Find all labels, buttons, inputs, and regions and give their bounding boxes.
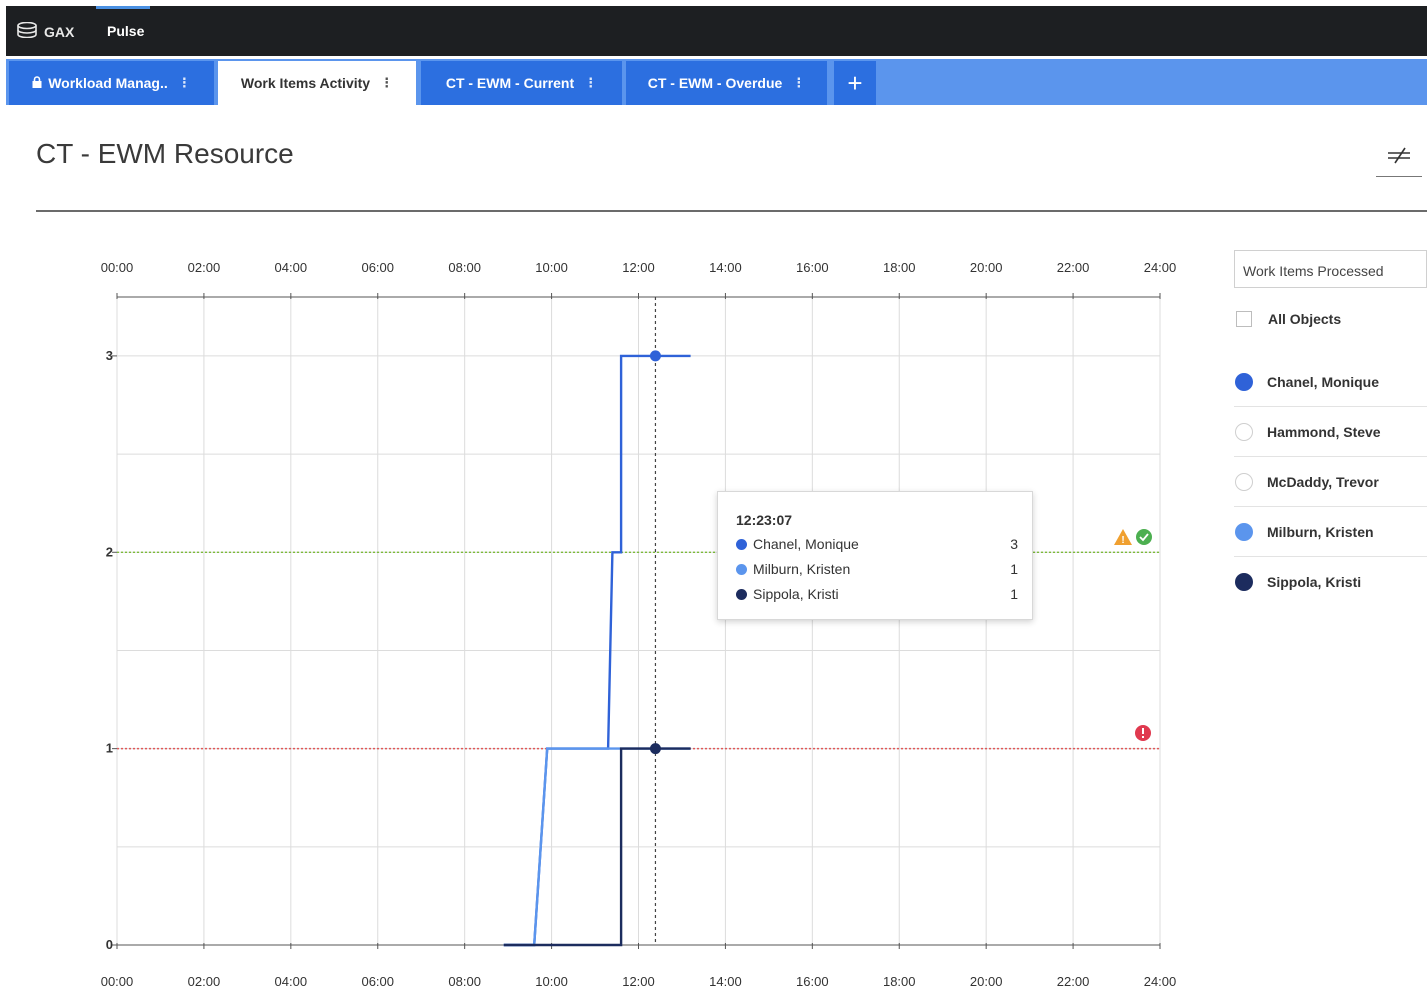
legend-label: Sippola, Kristi <box>1267 574 1362 590</box>
x-tick-label-bottom: 24:00 <box>1144 974 1177 989</box>
chart-tooltip: 12:23:07 Chanel, Monique 3 Milburn, Kris… <box>717 491 1033 620</box>
legend-item-chanel-monique[interactable]: Chanel, Monique <box>1234 357 1427 407</box>
x-tick-label-bottom: 10:00 <box>535 974 568 989</box>
x-tick-label-bottom: 22:00 <box>1057 974 1090 989</box>
x-tick-label-top: 22:00 <box>1057 260 1090 275</box>
x-tick-label-bottom: 06:00 <box>361 974 394 989</box>
ok-icon <box>1136 529 1152 545</box>
y-tick-label: 1 <box>106 741 113 756</box>
x-tick-label-bottom: 02:00 <box>188 974 221 989</box>
warning-icon-glyph: ! <box>1121 535 1124 546</box>
all-objects-checkbox[interactable] <box>1236 311 1252 327</box>
legend-label: Milburn, Kristen <box>1267 523 1374 540</box>
x-tick-label-top: 08:00 <box>448 260 481 275</box>
legend-label: Chanel, Monique <box>1267 373 1379 390</box>
series-dot-icon <box>736 563 747 575</box>
x-tick-label-top: 10:00 <box>535 260 568 275</box>
all-objects-toggle[interactable]: All Objects <box>1236 311 1341 327</box>
legend-item-hammond-steve[interactable]: Hammond, Steve <box>1234 407 1427 457</box>
legend-item-mcdaddy-trevor[interactable]: McDaddy, Trevor <box>1234 457 1427 507</box>
legend-label: Hammond, Steve <box>1267 423 1381 440</box>
series-toggle-icon <box>1235 573 1253 591</box>
collapse-icon <box>1384 146 1414 170</box>
x-tick-label-bottom: 04:00 <box>275 974 308 989</box>
x-tick-label-bottom: 00:00 <box>101 974 134 989</box>
tooltip-series-value: 1 <box>1010 586 1018 602</box>
series-toggle-icon <box>1235 472 1253 491</box>
x-tick-label-bottom: 08:00 <box>448 974 481 989</box>
all-objects-label: All Objects <box>1268 311 1342 327</box>
x-tick-label-bottom: 14:00 <box>709 974 742 989</box>
x-tick-label-bottom: 16:00 <box>796 974 829 989</box>
data-point-marker[interactable] <box>649 350 661 362</box>
error-icon-bar <box>1142 728 1144 734</box>
x-tick-label-top: 12:00 <box>622 260 655 275</box>
y-tick-label: 3 <box>106 348 113 363</box>
legend-item-sippola-kristi[interactable]: Sippola, Kristi <box>1234 557 1427 607</box>
x-tick-label-top: 02:00 <box>188 260 221 275</box>
tooltip-series-name: Sippola, Kristi <box>753 586 839 602</box>
series-dot-icon <box>736 538 747 550</box>
metric-selector[interactable]: Work Items Processed <box>1234 250 1427 288</box>
tooltip-row: Sippola, Kristi 1 <box>736 586 1018 602</box>
x-tick-label-top: 20:00 <box>970 260 1003 275</box>
work-items-chart[interactable]: 00:00 00:00 02:00 02:00 04:00 04:00 06:00 06:00… <box>0 0 1230 993</box>
tooltip-row: Chanel, Monique 3 <box>736 536 1018 552</box>
x-tick-label-top: 14:00 <box>709 260 742 275</box>
x-tick-label-top: 16:00 <box>796 260 829 275</box>
tooltip-series-name: Chanel, Monique <box>753 536 859 552</box>
series-toggle-icon <box>1235 372 1253 391</box>
collapse-legend-button[interactable] <box>1376 140 1422 177</box>
x-tick-label-top: 00:00 <box>101 260 134 275</box>
series-dot-icon <box>736 588 747 600</box>
x-tick-label-top: 06:00 <box>361 260 394 275</box>
x-tick-label-top: 24:00 <box>1144 260 1177 275</box>
x-tick-label-bottom: 18:00 <box>883 974 916 989</box>
x-tick-label-bottom: 12:00 <box>622 974 655 989</box>
legend-label: McDaddy, Trevor <box>1267 473 1379 490</box>
data-point-marker[interactable] <box>649 743 661 755</box>
x-tick-label-top: 18:00 <box>883 260 916 275</box>
y-tick-label: 2 <box>106 544 113 559</box>
series-toggle-icon <box>1235 422 1253 441</box>
error-icon-dot <box>1142 736 1144 738</box>
tooltip-series-name: Milburn, Kristen <box>753 561 851 577</box>
x-tick-label-top: 04:00 <box>275 260 308 275</box>
tooltip-row: Milburn, Kristen 1 <box>736 561 1018 577</box>
tooltip-time: 12:23:07 <box>736 512 793 528</box>
legend-item-milburn-kristen[interactable]: Milburn, Kristen <box>1234 507 1427 557</box>
series-toggle-icon <box>1235 522 1253 541</box>
y-tick-label: 0 <box>106 937 113 952</box>
tooltip-series-value: 3 <box>1010 536 1018 552</box>
tooltip-series-value: 1 <box>1010 561 1018 577</box>
x-tick-label-bottom: 20:00 <box>970 974 1003 989</box>
